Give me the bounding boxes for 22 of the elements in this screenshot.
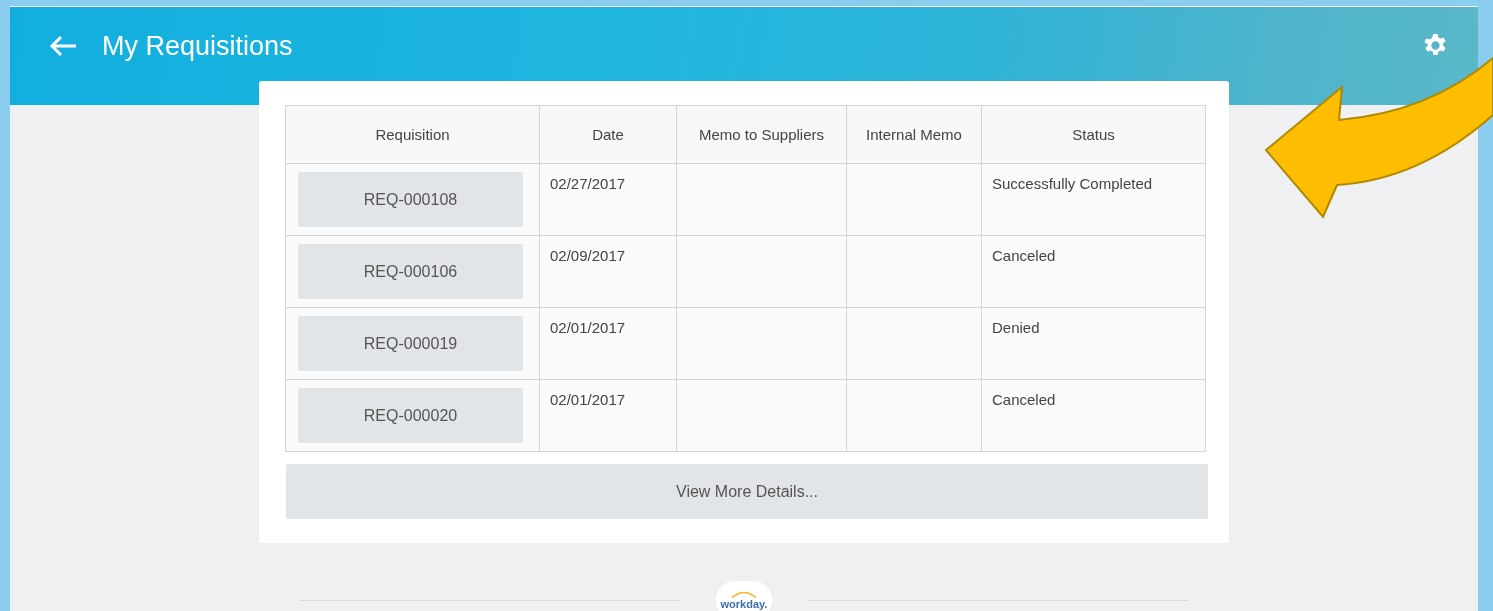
column-header: Internal Memo [846,105,982,164]
table-cell: 02/01/2017 [539,379,677,452]
settings-icon[interactable] [1423,33,1448,58]
column-header: Memo to Suppliers [676,105,847,164]
view-more-button[interactable]: View More Details... [286,464,1208,519]
logo: workday. [716,581,772,611]
requisition-button[interactable]: REQ-000106 [298,244,523,299]
table-cell: 02/01/2017 [539,307,677,380]
back-arrow-icon[interactable] [48,34,78,58]
table-cell: 02/27/2017 [539,163,677,236]
requisition-button[interactable]: REQ-000019 [298,316,523,371]
table-cell: Denied [981,307,1206,380]
table-cell: 02/09/2017 [539,235,677,308]
column-header: Date [539,105,677,164]
table-cell: Canceled [981,235,1206,308]
page-title: My Requisitions [102,31,293,62]
table-cell: Successfully Completed [981,163,1206,236]
table-cell: Canceled [981,379,1206,452]
requisition-button[interactable]: REQ-000108 [298,172,523,227]
column-header: Requisition [285,105,540,164]
requisition-button[interactable]: REQ-000020 [298,388,523,443]
column-header: Status [981,105,1206,164]
